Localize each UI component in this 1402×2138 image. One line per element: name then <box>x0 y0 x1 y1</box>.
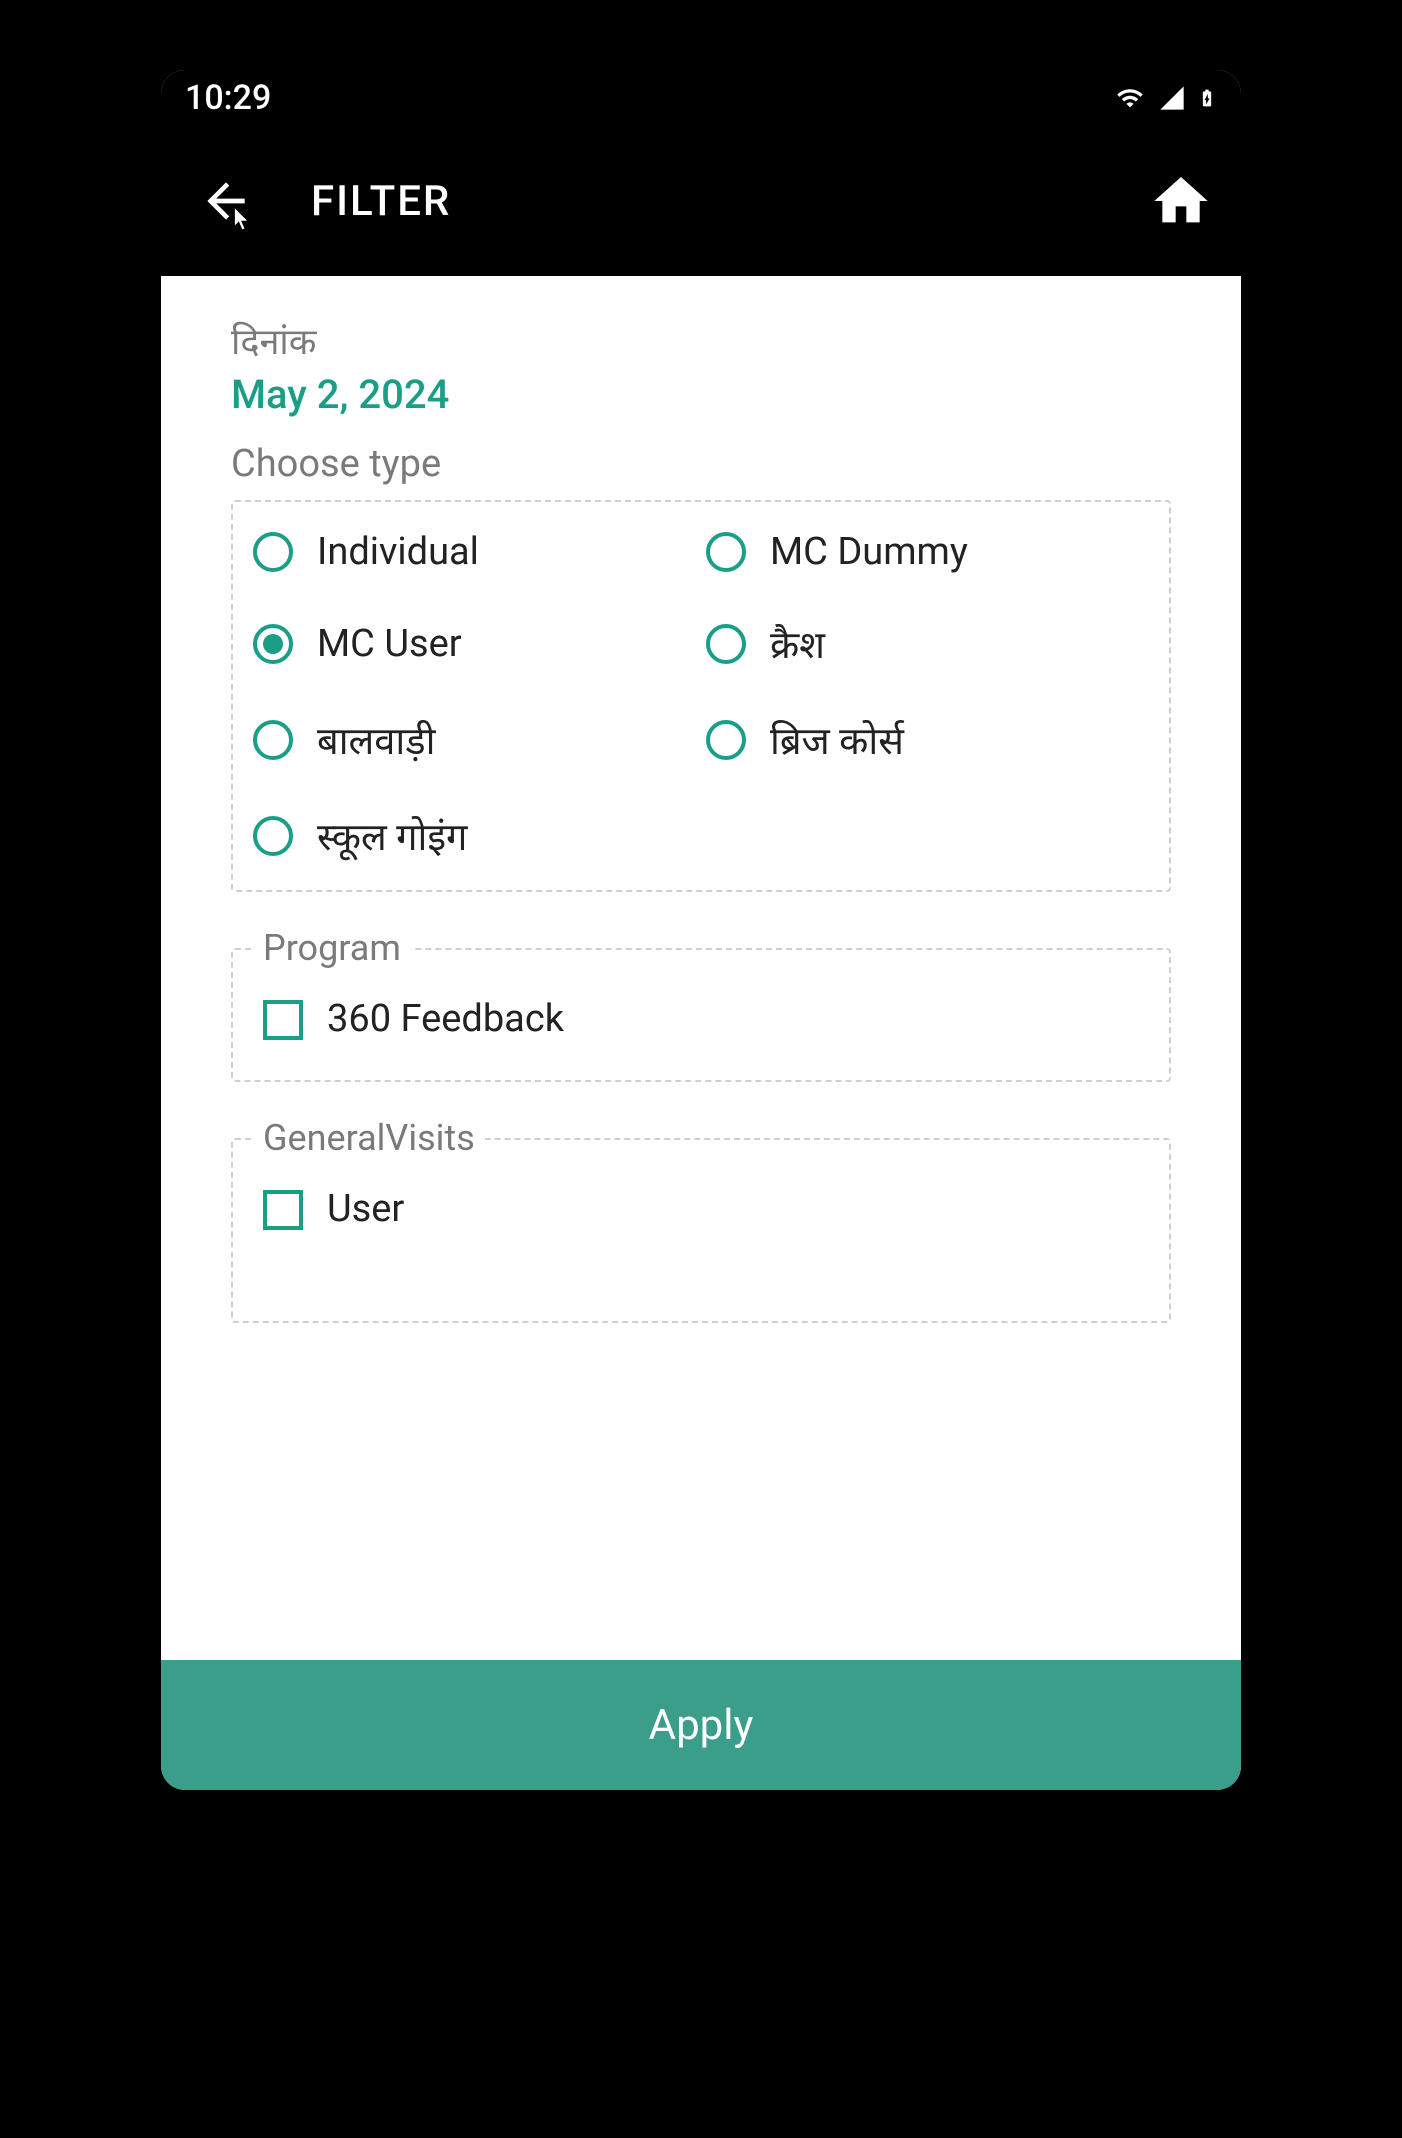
general-visits-fieldset: GeneralVisits User <box>231 1138 1171 1324</box>
back-button[interactable] <box>181 156 271 246</box>
date-value[interactable]: May 2, 2024 <box>231 371 1171 418</box>
radio-label: स्कूल गोइंग <box>317 810 467 862</box>
battery-charging-icon <box>1197 82 1217 114</box>
radio-label: क्रैश <box>770 618 825 670</box>
radio-icon <box>253 720 293 760</box>
type-option-individual[interactable]: Individual <box>253 530 696 574</box>
choose-type-label: Choose type <box>231 442 1171 486</box>
app-bar: FILTER <box>161 126 1241 276</box>
apply-button[interactable]: Apply <box>161 1660 1241 1790</box>
status-time: 10:29 <box>185 78 271 118</box>
type-option-balwadi[interactable]: बालवाड़ी <box>253 714 696 766</box>
radio-label: Individual <box>317 530 479 574</box>
type-option-school-going[interactable]: स्कूल गोइंग <box>253 810 696 862</box>
wifi-icon <box>1113 84 1147 112</box>
date-label: दिनांक <box>231 316 1171 365</box>
program-option-360-feedback[interactable]: 360 Feedback <box>263 998 1139 1042</box>
checkbox-label: User <box>327 1188 404 1232</box>
radio-label: ब्रिज कोर्स <box>770 714 904 766</box>
type-option-mc-dummy[interactable]: MC Dummy <box>706 530 1149 574</box>
home-button[interactable] <box>1141 161 1221 241</box>
type-option-crash[interactable]: क्रैश <box>706 618 1149 670</box>
checkbox-label: 360 Feedback <box>327 998 564 1042</box>
filter-content: दिनांक May 2, 2024 Choose type Individua… <box>161 276 1241 1323</box>
general-visits-label: GeneralVisits <box>253 1117 485 1159</box>
type-option-bridge-course[interactable]: ब्रिज कोर्स <box>706 714 1149 766</box>
type-fieldset: Individual MC Dummy MC User क्रैश बालवाड… <box>231 500 1171 892</box>
apply-label: Apply <box>649 1701 754 1750</box>
radio-label: MC Dummy <box>770 530 968 574</box>
cursor-icon <box>230 205 256 231</box>
radio-icon <box>706 624 746 664</box>
checkbox-icon <box>263 1190 303 1230</box>
type-radio-group: Individual MC Dummy MC User क्रैश बालवाड… <box>253 530 1149 862</box>
program-label: Program <box>253 927 411 969</box>
general-option-user[interactable]: User <box>263 1188 1139 1232</box>
cell-signal-icon <box>1157 84 1187 112</box>
status-bar: 10:29 <box>161 70 1241 126</box>
radio-icon <box>253 624 293 664</box>
radio-label: MC User <box>317 622 462 666</box>
radio-icon <box>706 532 746 572</box>
app-screen: 10:29 FILTER दिनांक May 2, 2024 Choose t… <box>161 70 1241 1790</box>
home-icon <box>1149 169 1213 233</box>
checkbox-icon <box>263 1000 303 1040</box>
radio-label: बालवाड़ी <box>317 714 435 766</box>
radio-icon <box>706 720 746 760</box>
program-fieldset: Program 360 Feedback <box>231 948 1171 1082</box>
radio-icon <box>253 816 293 856</box>
radio-icon <box>253 532 293 572</box>
page-title: FILTER <box>311 177 1101 226</box>
status-icons <box>1113 82 1217 114</box>
type-option-mc-user[interactable]: MC User <box>253 618 696 670</box>
